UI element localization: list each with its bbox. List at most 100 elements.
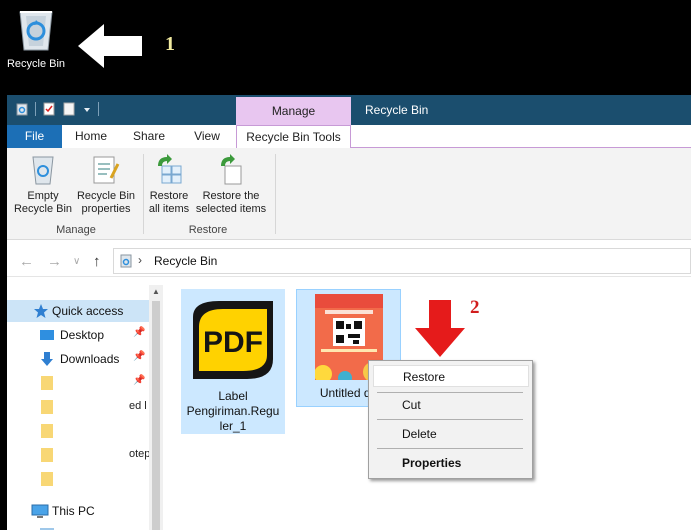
nav-item-folder[interactable]: [7, 468, 149, 490]
nav-quick-access-label: Quick access: [52, 304, 124, 318]
scrollbar-thumb[interactable]: [152, 301, 160, 530]
qat-separator: [35, 102, 36, 116]
file-name-line: Pengiriman.Regu: [186, 404, 280, 418]
nav-item-quick-access[interactable]: Quick access: [7, 300, 149, 322]
nav-item-desktop[interactable]: Desktop 📌: [7, 324, 149, 346]
empty-recycle-bin-button[interactable]: Empty Recycle Bin: [13, 154, 73, 216]
tab-row-filler: [351, 125, 691, 148]
empty-recycle-bin-label-1: Empty: [27, 190, 59, 202]
navigation-pane: Quick access Desktop 📌 Downloads 📌 📌 ed …: [7, 295, 151, 530]
manage-context-tab-group: Manage: [236, 97, 351, 127]
folder-icon: [41, 376, 53, 390]
address-path: Recycle Bin: [154, 254, 218, 268]
nav-item-folder[interactable]: ed l: [7, 396, 149, 418]
context-menu-separator: [377, 419, 523, 420]
tab-home[interactable]: Home: [62, 125, 120, 148]
folder-icon: [41, 400, 53, 414]
white-left-arrow-annotation: [78, 24, 142, 68]
properties-check-icon[interactable]: [42, 102, 56, 116]
tab-share[interactable]: Share: [120, 125, 178, 148]
nav-item-this-pc[interactable]: This PC: [7, 500, 149, 522]
address-bar[interactable]: › Recycle Bin: [113, 248, 691, 274]
download-arrow-icon: [41, 352, 53, 366]
empty-recycle-bin-label-2: Recycle Bin: [13, 203, 73, 215]
breadcrumb-chevron-icon[interactable]: ›: [138, 253, 142, 267]
restore-selected-items-label-2: selected items: [195, 203, 267, 215]
folder-icon: [41, 472, 53, 486]
screenshot-stage: Recycle Bin 1 Manage Recycle Bin File Ho…: [0, 0, 691, 530]
file-item-pdf[interactable]: PDF Label Pengiriman.Regu ler_1: [181, 289, 285, 434]
nav-item-folder[interactable]: [7, 420, 149, 442]
customize-dropdown-icon[interactable]: [82, 102, 92, 116]
nav-clipped-text: ed l: [129, 400, 147, 412]
step-number-1: 1: [165, 33, 175, 55]
forward-arrow-icon[interactable]: →: [47, 253, 62, 270]
star-icon: [34, 304, 48, 318]
pin-icon[interactable]: 📌: [133, 327, 145, 338]
up-arrow-icon[interactable]: ↑: [93, 253, 101, 270]
explorer-window: Manage Recycle Bin File Home Share View …: [7, 95, 691, 530]
desktop-recycle-bin[interactable]: Recycle Bin: [4, 6, 68, 70]
ribbon-tab-row: File Home Share View Recycle Bin Tools: [7, 125, 691, 148]
tab-view[interactable]: View: [178, 125, 236, 148]
properties-icon: [93, 156, 120, 184]
nav-item-downloads[interactable]: Downloads 📌: [7, 348, 149, 370]
context-menu: Restore Cut Delete Properties: [368, 360, 533, 479]
nav-downloads-label: Downloads: [60, 352, 120, 366]
title-bar: Manage Recycle Bin: [7, 95, 691, 127]
desktop-recycle-bin-label: Recycle Bin: [6, 58, 66, 70]
pin-icon[interactable]: 📌: [133, 375, 145, 386]
tab-file[interactable]: File: [7, 125, 62, 148]
context-menu-delete[interactable]: Delete: [373, 423, 529, 445]
quick-access-toolbar: [15, 102, 99, 116]
recycle-bin-properties-button[interactable]: Recycle Bin properties: [73, 154, 139, 216]
address-row: ← → ∨ ↑ › Recycle Bin: [7, 245, 691, 277]
recycle-bin-small-icon[interactable]: [15, 102, 29, 116]
tab-recycle-bin-tools[interactable]: Recycle Bin Tools: [236, 125, 351, 148]
ribbon-group-separator: [143, 154, 144, 234]
svg-text:PDF: PDF: [203, 326, 263, 359]
file-name-line: Label: [218, 389, 248, 403]
nav-pane-scrollbar[interactable]: ▲: [149, 285, 163, 530]
nav-item-folder[interactable]: 📌: [7, 372, 149, 394]
nav-item-folder[interactable]: otep: [7, 444, 151, 466]
context-menu-cut[interactable]: Cut: [373, 394, 529, 416]
ribbon-group-manage-label: Manage: [56, 224, 96, 236]
recycle-bin-icon: [19, 11, 53, 51]
nav-item-partial[interactable]: [7, 524, 149, 530]
restore-all-icon: [158, 154, 182, 184]
pin-icon[interactable]: 📌: [133, 351, 145, 362]
new-folder-icon[interactable]: [62, 102, 76, 116]
ribbon: Empty Recycle Bin Recycle Bin properties…: [7, 148, 691, 240]
recycle-bin-small-icon: [120, 254, 132, 268]
recycle-bin-properties-label-2: properties: [81, 203, 131, 215]
recycle-bin-icon: [32, 156, 54, 185]
restore-all-items-label-1: Restore: [149, 190, 189, 202]
nav-clipped-text: otep: [129, 448, 151, 460]
restore-all-items-label-2: all items: [148, 203, 190, 215]
ribbon-group-restore-label: Restore: [188, 224, 228, 236]
context-menu-separator: [377, 448, 523, 449]
computer-icon: [31, 504, 49, 518]
ribbon-group-separator: [275, 154, 276, 234]
context-menu-properties[interactable]: Properties: [373, 452, 529, 474]
qat-separator: [98, 102, 99, 116]
desktop-folder-icon: [40, 330, 54, 340]
context-menu-restore[interactable]: Restore: [373, 365, 529, 387]
red-down-arrow-annotation: [415, 300, 465, 357]
context-menu-separator: [377, 392, 523, 393]
restore-selected-items-button[interactable]: Restore the selected items: [193, 154, 269, 216]
scroll-up-arrow-icon[interactable]: ▲: [152, 287, 160, 296]
folder-icon: [41, 448, 53, 462]
folder-icon: [41, 424, 53, 438]
restore-all-items-button[interactable]: Restore all items: [145, 154, 193, 216]
recent-locations-chevron-icon[interactable]: ∨: [73, 256, 80, 267]
recycle-bin-properties-label-1: Recycle Bin: [76, 190, 136, 202]
pdf-file-icon: PDF: [193, 301, 273, 379]
step-number-2: 2: [470, 297, 480, 318]
window-title: Recycle Bin: [365, 103, 429, 117]
restore-selected-items-label-1: Restore the: [202, 190, 260, 202]
restore-selected-icon: [221, 154, 242, 185]
nav-desktop-label: Desktop: [60, 328, 105, 342]
back-arrow-icon[interactable]: ←: [19, 253, 34, 270]
